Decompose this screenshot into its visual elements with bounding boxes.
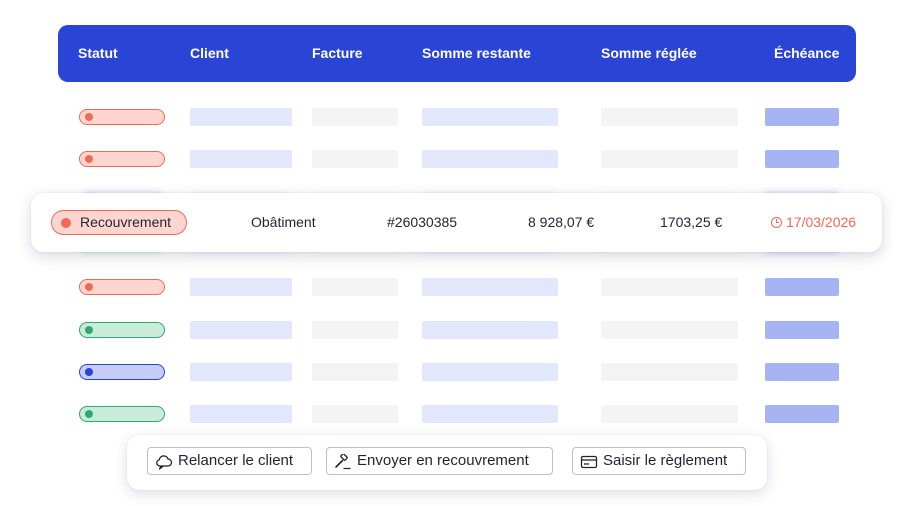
client-placeholder — [190, 405, 292, 423]
status-dot — [85, 368, 93, 376]
status-label: Recouvrement — [80, 214, 172, 230]
envoyer-recouvrement-button[interactable]: Envoyer en recouvrement — [326, 447, 553, 475]
somme-reglee-placeholder — [601, 150, 738, 168]
somme-reglee-placeholder — [601, 278, 738, 296]
status-dot — [85, 326, 93, 334]
column-header-facture[interactable]: Facture — [312, 25, 363, 82]
column-header-echeance[interactable]: Échéance — [774, 25, 839, 82]
status-pill — [79, 151, 165, 167]
status-badge-recouvrement[interactable]: Recouvrement — [51, 210, 187, 235]
table-row[interactable] — [0, 278, 900, 298]
column-header-statut[interactable]: Statut — [78, 25, 118, 82]
gavel-icon — [335, 454, 351, 470]
somme-reglee-placeholder — [601, 363, 738, 381]
client-name: Obâtiment — [251, 214, 316, 230]
client-placeholder — [190, 278, 292, 296]
somme-restante-placeholder — [422, 278, 558, 296]
status-pill — [79, 322, 165, 338]
facture-placeholder — [312, 150, 398, 168]
table-row[interactable] — [0, 363, 900, 383]
somme-restante-placeholder — [422, 150, 558, 168]
facture-placeholder — [312, 278, 398, 296]
table-row[interactable] — [0, 150, 900, 170]
due-date: 17/03/2026 — [771, 193, 856, 252]
status-dot — [85, 410, 93, 418]
somme-reglee-placeholder — [601, 405, 738, 423]
table-row[interactable] — [0, 405, 900, 425]
table-row[interactable] — [0, 108, 900, 128]
facture-placeholder — [312, 405, 398, 423]
client-placeholder — [190, 108, 292, 126]
client-placeholder — [190, 150, 292, 168]
status-dot — [61, 218, 71, 228]
echeance-placeholder — [765, 363, 839, 381]
somme-restante-placeholder — [422, 108, 558, 126]
column-header-client[interactable]: Client — [190, 25, 229, 82]
remaining-amount: 8 928,07 € — [528, 214, 595, 230]
relancer-client-button[interactable]: Relancer le client — [147, 447, 312, 475]
invoice-number: #26030385 — [387, 214, 458, 230]
facture-placeholder — [312, 321, 398, 339]
echeance-placeholder — [765, 321, 839, 339]
facture-placeholder — [312, 108, 398, 126]
status-pill — [79, 364, 165, 380]
echeance-placeholder — [765, 405, 839, 423]
column-header-somme-reglee[interactable]: Somme réglée — [601, 25, 697, 82]
somme-reglee-placeholder — [601, 108, 738, 126]
status-dot — [85, 113, 93, 121]
table-row[interactable] — [0, 321, 900, 341]
client-placeholder — [190, 321, 292, 339]
somme-reglee-placeholder — [601, 321, 738, 339]
cloud-message-icon — [156, 455, 173, 470]
status-dot — [85, 155, 93, 163]
relancer-client-label: Relancer le client — [178, 452, 294, 469]
envoyer-recouvrement-label: Envoyer en recouvrement — [357, 452, 529, 469]
echeance-placeholder — [765, 108, 839, 126]
somme-restante-placeholder — [422, 321, 558, 339]
table-header: Statut Client Facture Somme restante Som… — [58, 25, 856, 82]
column-header-somme-restante[interactable]: Somme restante — [422, 25, 531, 82]
saisir-reglement-button[interactable]: Saisir le règlement — [572, 447, 746, 475]
status-pill — [79, 406, 165, 422]
echeance-placeholder — [765, 278, 839, 296]
paid-amount: 1703,25 € — [660, 214, 723, 230]
due-date-text: 17/03/2026 — [786, 214, 857, 230]
status-pill — [79, 279, 165, 295]
status-dot — [85, 283, 93, 291]
saisir-reglement-label: Saisir le règlement — [603, 452, 728, 469]
card-icon — [580, 455, 598, 469]
clock-icon — [771, 217, 782, 228]
status-pill — [79, 109, 165, 125]
echeance-placeholder — [765, 150, 839, 168]
highlighted-row[interactable]: Recouvrement Obâtiment #26030385 8 928,0… — [31, 193, 882, 252]
facture-placeholder — [312, 363, 398, 381]
action-bar: Relancer le client Envoyer en recouvreme… — [127, 435, 767, 490]
somme-restante-placeholder — [422, 405, 558, 423]
client-placeholder — [190, 363, 292, 381]
somme-restante-placeholder — [422, 363, 558, 381]
